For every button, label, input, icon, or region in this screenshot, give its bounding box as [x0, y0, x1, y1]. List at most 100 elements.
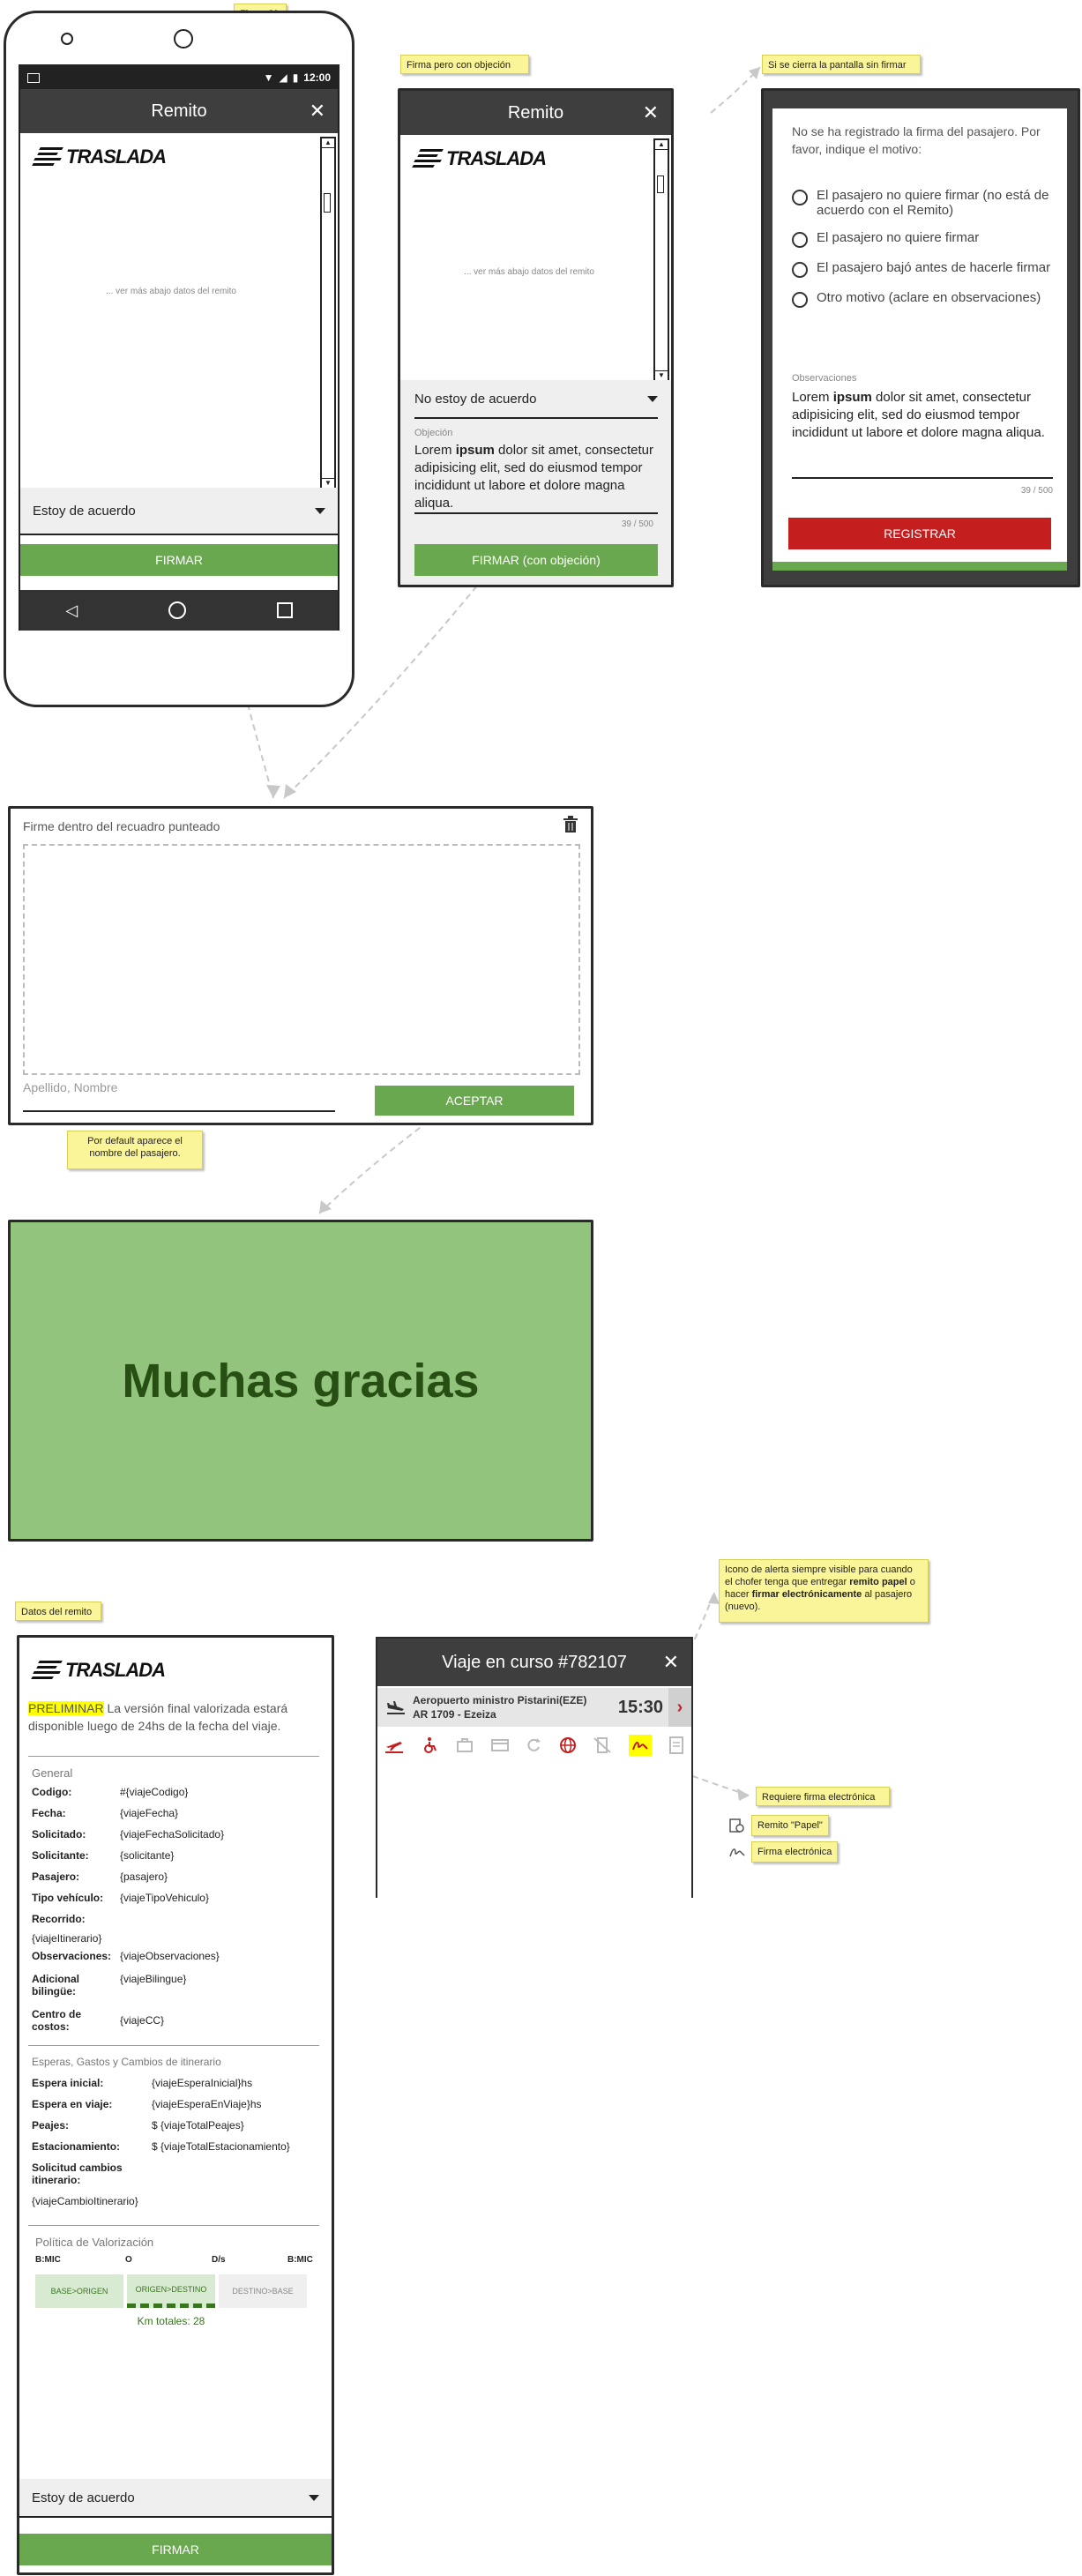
cambio-value: {viajeCambioItinerario}	[32, 2195, 138, 2207]
refresh-icon	[527, 1738, 541, 1751]
signature-icon	[631, 1741, 648, 1751]
no-phone-icon	[593, 1737, 611, 1753]
obs-text-pre: Lorem	[792, 390, 833, 405]
traslada-logo-mark	[412, 147, 444, 170]
objection-text-bold: ipsum	[455, 443, 495, 458]
scrollbar-thumb[interactable]	[324, 193, 331, 213]
general-row: Solicitado: {viajeFechaSolicitado}	[32, 1826, 314, 1848]
general-row: Solicitante: {solicitante}	[32, 1848, 314, 1869]
remito-titlebar: Remito ✕	[20, 89, 338, 133]
politica-label: O	[125, 2255, 132, 2265]
firmar-con-objecion-button[interactable]: FIRMAR (con objeción)	[414, 544, 658, 576]
reason-option-2[interactable]: El pasajero no quiere firmar	[792, 230, 1062, 248]
signature-screen: Firme dentro del recuadro punteado Apell…	[8, 806, 593, 1125]
wifi-icon: ▼	[263, 71, 274, 84]
nosign-dialog: No se ha registrado la firma del pasajer…	[772, 108, 1067, 562]
remito-agreement-select[interactable]: Estoy de acuerdo	[19, 2479, 332, 2518]
flight-number: AR 1709 - Ezeiza	[413, 1708, 496, 1721]
observaciones-counter: 39 / 500	[1020, 486, 1053, 496]
radio-circle-icon	[792, 292, 808, 308]
recents-icon[interactable]	[276, 602, 293, 618]
divider	[28, 2045, 319, 2046]
scrollbar-thumb[interactable]	[657, 175, 664, 193]
viaje-icon-row	[384, 1734, 684, 1757]
objection-select[interactable]: No estoy de acuerdo	[414, 380, 658, 419]
registrar-button[interactable]: REGISTRAR	[788, 518, 1051, 549]
credit-card-icon	[490, 1739, 509, 1751]
reason-radio-group: El pasajero no quiere firmar (no está de…	[792, 188, 1062, 308]
cambio-value-row: {viajeCambioItinerario}	[32, 2193, 314, 2211]
remito-title: Remito	[151, 101, 207, 121]
traslada-logo-mark	[32, 146, 63, 168]
scrollbar[interactable]: ▲ ▼	[653, 138, 669, 382]
signal-icon: ◢	[279, 71, 287, 84]
phone-speaker	[61, 33, 73, 45]
flight-card[interactable]: Aeropuerto ministro Pistarini(EZE) AR 17…	[377, 1688, 691, 1727]
objection-screen: Remito ✕ TRASLADA ... ver más abajo dato…	[398, 88, 674, 587]
phone-screen: ▼ ◢ ▮ 12:00 Remito ✕ TRASLADA ... ver má…	[19, 64, 340, 631]
preliminar-highlight: PRELIMINAR	[28, 1701, 104, 1715]
esperas-title: Esperas, Gastos y Cambios de itinerario	[32, 2056, 221, 2068]
phone-camera	[174, 29, 193, 49]
close-icon[interactable]: ✕	[310, 100, 325, 123]
general-value: {viajeTipoVehiculo}	[120, 1892, 209, 1904]
general-value: {pasajero}	[120, 1870, 168, 1883]
close-icon[interactable]: ✕	[663, 1651, 679, 1674]
recorrido-row: Recorrido:	[32, 1911, 314, 1930]
radio-circle-icon	[792, 232, 808, 248]
general-key: Solicitado:	[32, 1828, 86, 1841]
globe-icon	[559, 1737, 576, 1753]
observaciones-label: Observaciones	[792, 373, 857, 384]
remito-firmar-button[interactable]: FIRMAR	[19, 2534, 332, 2565]
reason-option-label: El pasajero no quiere firmar (no está de…	[817, 188, 1049, 218]
scrollbar[interactable]: ▲ ▼	[320, 137, 336, 489]
general-row: Adicional bilingüe: {viajeBilingue}	[32, 1973, 314, 2008]
general-row: Centro de costos: {viajeCC}	[32, 2008, 314, 2043]
more-data-text: ... ver más abajo datos del remito	[106, 287, 236, 296]
traslada-logo: TRASLADA	[32, 146, 167, 168]
chevron-right-icon[interactable]: ›	[668, 1688, 691, 1727]
wheelchair-icon	[423, 1737, 437, 1753]
esperas-key: Estacionamiento:	[32, 2140, 121, 2153]
general-value: {viajeObservaciones}	[120, 1950, 220, 1962]
plane-arrival-icon	[387, 1701, 405, 1714]
viaje-titlebar: Viaje en curso #782107 ✕	[377, 1639, 691, 1686]
esperas-key: Espera en viaje:	[32, 2098, 113, 2110]
firmar-button[interactable]: FIRMAR	[20, 544, 338, 576]
divider	[28, 1756, 319, 1757]
signature-alert-icon[interactable]	[628, 1735, 652, 1756]
general-key: Tipo vehículo:	[32, 1892, 104, 1904]
trash-icon[interactable]	[563, 816, 578, 833]
viaje-screen: Viaje en curso #782107 ✕ Aeropuerto mini…	[376, 1637, 693, 1898]
nosign-intro: No se ha registrado la firma del pasajer…	[792, 124, 1041, 156]
close-icon[interactable]: ✕	[643, 101, 659, 124]
divider	[28, 2225, 319, 2226]
signature-area[interactable]	[23, 844, 580, 1075]
objection-counter: 39 / 500	[621, 519, 653, 529]
reason-option-label: El pasajero no quiere firmar	[817, 230, 980, 245]
esperas-value: {viajeEsperaInicial}hs	[152, 2077, 253, 2089]
aceptar-button[interactable]: ACEPTAR	[375, 1086, 574, 1116]
radio-circle-icon	[792, 262, 808, 278]
name-input[interactable]: Apellido, Nombre	[23, 1080, 335, 1112]
back-icon[interactable]: ◁	[65, 601, 78, 620]
status-time: 12:00	[303, 71, 331, 84]
general-row: Observaciones: {viajeObservaciones}	[32, 1948, 314, 1973]
reason-option-4[interactable]: Otro motivo (aclare en observaciones)	[792, 290, 1062, 308]
politica-segment-3: DESTINO>BASE	[219, 2274, 307, 2308]
logo-text: TRASLADA	[65, 1659, 166, 1681]
remito-select-value: Estoy de acuerdo	[32, 2490, 135, 2505]
objection-textarea[interactable]: Lorem ipsum dolor sit amet, consectetur …	[414, 442, 658, 514]
status-bar: ▼ ◢ ▮ 12:00	[20, 66, 338, 89]
agreement-select[interactable]: Estoy de acuerdo	[20, 488, 338, 534]
observaciones-textarea[interactable]: Lorem ipsum dolor sit amet, consectetur …	[792, 389, 1053, 479]
home-icon[interactable]	[168, 601, 186, 619]
reason-option-3[interactable]: El pasajero bajó antes de hacerle firmar	[792, 260, 1062, 278]
more-data-text: ... ver más abajo datos del remito	[464, 267, 594, 277]
thanks-screen: Muchas gracias	[8, 1220, 593, 1542]
logo-text: TRASLADA	[66, 146, 167, 168]
reason-option-1[interactable]: El pasajero no quiere firmar (no está de…	[792, 188, 1062, 218]
general-title: General	[32, 1766, 73, 1780]
general-value: {viajeCC}	[120, 2014, 165, 2027]
politica-label: B:MIC	[287, 2255, 313, 2265]
